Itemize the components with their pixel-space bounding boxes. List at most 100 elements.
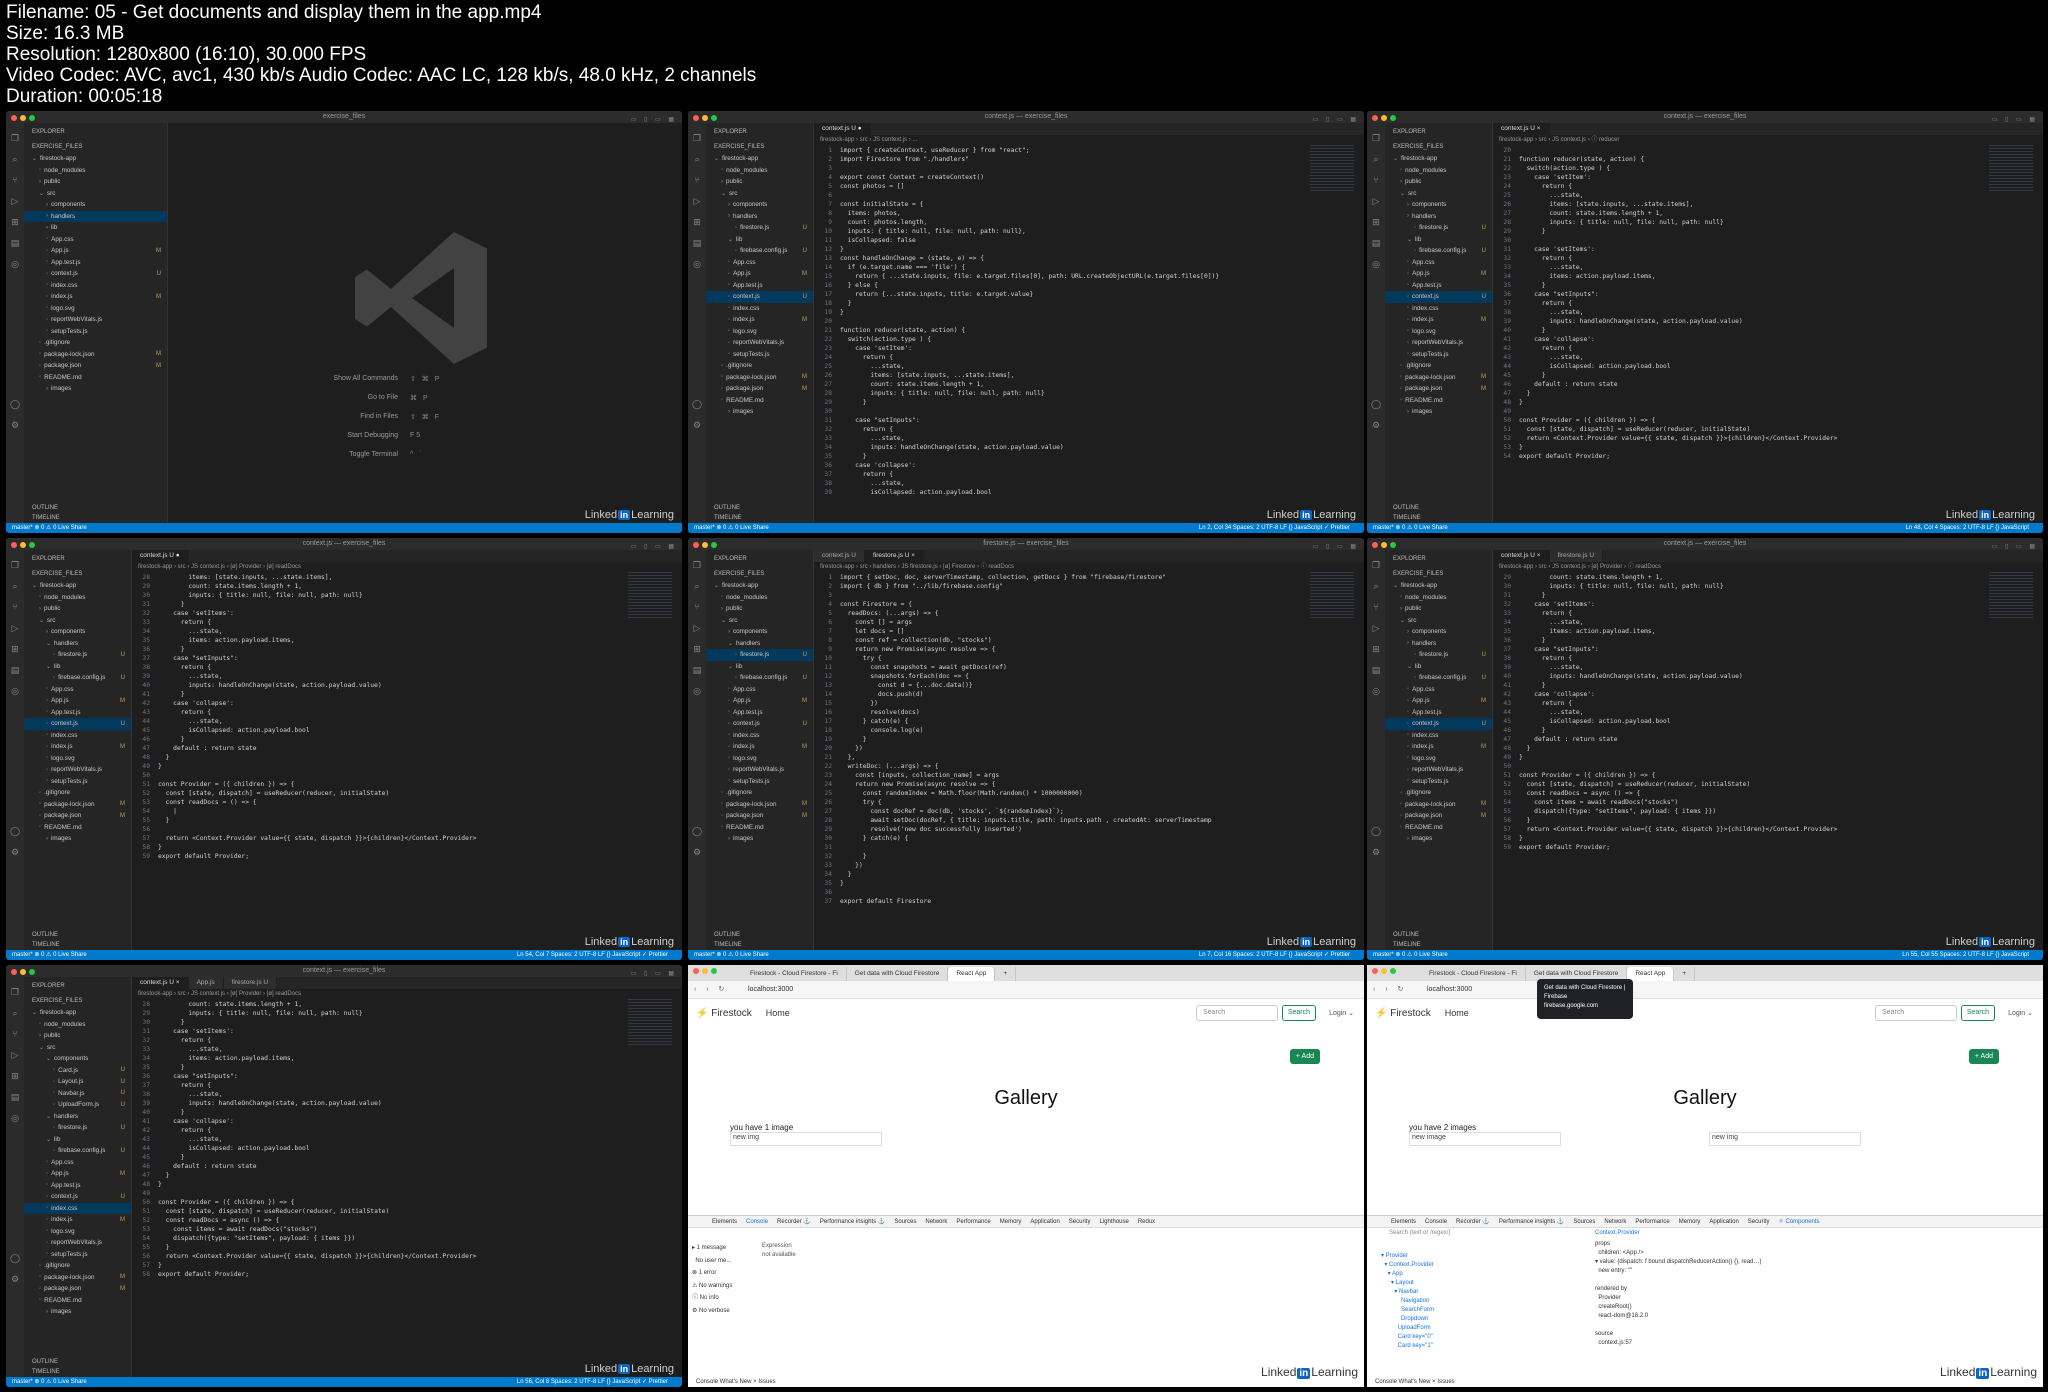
- search-icon[interactable]: ⌕: [688, 155, 706, 165]
- file-tree-item[interactable]: ◦ firestore.js U: [1385, 649, 1492, 661]
- file-tree-item[interactable]: › public: [24, 603, 131, 615]
- file-tree-item[interactable]: › images: [24, 383, 167, 395]
- file-tree-item[interactable]: ◦ App.js M: [706, 695, 813, 707]
- docker-icon[interactable]: ▤: [688, 666, 706, 676]
- devtools-tab[interactable]: Lighthouse: [1099, 1219, 1128, 1225]
- file-tree-item[interactable]: › images: [24, 1306, 131, 1318]
- source-control-icon[interactable]: ⑂: [688, 176, 706, 186]
- timeline-section[interactable]: TIMELINE: [24, 1369, 131, 1375]
- devtools-tab[interactable]: Memory: [1679, 1219, 1701, 1225]
- search-button[interactable]: Search: [1281, 1005, 1316, 1021]
- breadcrumb[interactable]: firestock-app › src › JS context.js › [ø…: [1493, 562, 2043, 573]
- devtools-tab[interactable]: Performance: [1635, 1219, 1669, 1225]
- code-editor[interactable]: 28 items: [state.inputs, ...state.items]…: [132, 573, 682, 861]
- search-input[interactable]: Search: [1196, 1005, 1278, 1021]
- remote-icon[interactable]: ◎: [1367, 260, 1385, 270]
- remote-icon[interactable]: ◎: [1367, 687, 1385, 697]
- file-tree-item[interactable]: ◦ App.js M: [1385, 268, 1492, 280]
- source-control-icon[interactable]: ⑂: [1367, 603, 1385, 613]
- timeline-section[interactable]: TIMELINE: [1385, 942, 1492, 948]
- login-dropdown[interactable]: Login ⌄: [1329, 1009, 1354, 1017]
- timeline-section[interactable]: TIMELINE: [24, 515, 167, 521]
- status-right[interactable]: Ln 7, Col 16 Spaces: 2 UTF-8 LF {} JavaS…: [1199, 950, 1350, 960]
- project-folder[interactable]: EXERCISE_FILES: [1385, 138, 1492, 153]
- file-tree-item[interactable]: ⌄ firestock-app: [1385, 580, 1492, 592]
- console-filter-item[interactable]: ⚙ No verbose: [692, 1305, 732, 1318]
- browser-tab[interactable]: React App: [948, 967, 996, 981]
- file-tree-item[interactable]: ◦ README.md: [24, 822, 131, 834]
- devtools-tab[interactable]: Elements: [712, 1219, 737, 1225]
- file-tree-item[interactable]: ◦ .gitignore: [1385, 787, 1492, 799]
- close-dot[interactable]: [11, 542, 17, 548]
- source-control-icon[interactable]: ⑂: [6, 1030, 24, 1040]
- breadcrumb[interactable]: firestock-app › src › JS context.js › ..…: [814, 135, 1364, 146]
- extensions-icon[interactable]: ⊞: [6, 1072, 24, 1082]
- file-tree-item[interactable]: ◦ index.css: [1385, 730, 1492, 742]
- file-tree-item[interactable]: › components: [1385, 626, 1492, 638]
- browser-tab[interactable]: Firestock - Cloud Firestore - Fi: [742, 967, 847, 981]
- search-button[interactable]: Search: [1960, 1005, 1995, 1021]
- file-tree-item[interactable]: ◦ firestore.js U: [1385, 222, 1492, 234]
- minimap[interactable]: [1310, 145, 1354, 193]
- devtools-tab[interactable]: Performance insights ⚓: [820, 1218, 886, 1225]
- file-tree-item[interactable]: ◦ index.css: [706, 730, 813, 742]
- console-filter-item[interactable]: ⚠ No warnings: [692, 1280, 732, 1293]
- run-debug-icon[interactable]: ▷: [688, 197, 706, 207]
- remote-icon[interactable]: ◎: [6, 687, 24, 697]
- file-tree-item[interactable]: ⌄ src: [1385, 188, 1492, 200]
- status-right[interactable]: Ln 54, Col 7 Spaces: 2 UTF-8 LF {} JavaS…: [517, 950, 668, 960]
- extensions-icon[interactable]: ⊞: [6, 645, 24, 655]
- file-tree-item[interactable]: ◦ .gitignore: [1385, 360, 1492, 372]
- file-tree-item[interactable]: ◦ App.css: [1385, 257, 1492, 269]
- file-tree-item[interactable]: › public: [24, 1030, 131, 1042]
- status-right[interactable]: Ln 2, Col 34 Spaces: 2 UTF-8 LF {} JavaS…: [1199, 523, 1350, 533]
- file-tree-item[interactable]: ◦ README.md: [706, 822, 813, 834]
- file-tree-item[interactable]: ◦ index.js M: [706, 741, 813, 753]
- file-tree-item[interactable]: ◦ Card.js U: [24, 1065, 131, 1077]
- maximize-dot[interactable]: [29, 115, 35, 121]
- file-tree-item[interactable]: › components: [706, 626, 813, 638]
- project-folder[interactable]: EXERCISE_FILES: [706, 565, 813, 580]
- search-input[interactable]: Search: [1875, 1005, 1957, 1021]
- file-tree-item[interactable]: ◦ logo.svg: [706, 753, 813, 765]
- code-editor[interactable]: 28 count: state.items.length + 1, 29 inpu…: [132, 1000, 682, 1279]
- file-tree-item[interactable]: ◦ context.js U: [706, 291, 813, 303]
- code-editor[interactable]: 20 21 function reducer(state, action) {22 …: [1493, 146, 2043, 461]
- extensions-icon[interactable]: ⊞: [1367, 645, 1385, 655]
- minimize-dot[interactable]: [20, 115, 26, 121]
- add-button[interactable]: + Add: [1968, 1049, 1999, 1064]
- file-tree-item[interactable]: ⌄ handlers: [24, 638, 131, 650]
- file-tree-item[interactable]: ◦ .gitignore: [24, 337, 167, 349]
- close-dot[interactable]: [693, 968, 699, 974]
- file-tree-item[interactable]: ◦ package-lock.json M: [24, 1272, 131, 1284]
- settings-gear-icon[interactable]: ⚙: [1367, 421, 1385, 431]
- timeline-section[interactable]: TIMELINE: [706, 942, 813, 948]
- devtools-tab[interactable]: Security: [1748, 1219, 1770, 1225]
- timeline-section[interactable]: TIMELINE: [706, 515, 813, 521]
- file-tree-item[interactable]: ◦ .gitignore: [706, 787, 813, 799]
- address-bar[interactable]: ‹ › ↻ localhost:3000: [688, 981, 1364, 999]
- status-left[interactable]: master* ⊗ 0 ⚠ 0 Live Share: [694, 952, 769, 958]
- browser-tab[interactable]: Firestock - Cloud Firestore - Fi: [1421, 967, 1526, 981]
- file-tree-item[interactable]: ⌄ src: [706, 615, 813, 627]
- remote-icon[interactable]: ◎: [688, 687, 706, 697]
- outline-section[interactable]: OUTLINE: [24, 1359, 131, 1365]
- file-tree-item[interactable]: › components: [24, 626, 131, 638]
- file-tree-item[interactable]: ◦ setupTests.js: [24, 1249, 131, 1261]
- file-tree-item[interactable]: ◦ setupTests.js: [706, 349, 813, 361]
- file-tree-item[interactable]: › lib: [24, 222, 167, 234]
- file-tree-item[interactable]: ⌄ lib: [1385, 661, 1492, 673]
- image-card[interactable]: new image: [1409, 1132, 1561, 1146]
- file-tree-item[interactable]: ◦ firebase.config.js U: [706, 245, 813, 257]
- settings-gear-icon[interactable]: ⚙: [6, 848, 24, 858]
- editor-tab[interactable]: App.js: [188, 977, 224, 989]
- editor-tab[interactable]: firestore.js U: [223, 977, 278, 989]
- file-tree-item[interactable]: ◦ App.test.js: [24, 1180, 131, 1192]
- run-debug-icon[interactable]: ▷: [6, 624, 24, 634]
- file-tree-item[interactable]: ◦ setupTests.js: [1385, 349, 1492, 361]
- file-tree-item[interactable]: ◦ firebase.config.js U: [24, 1145, 131, 1157]
- devtools-tab[interactable]: Memory: [1000, 1219, 1022, 1225]
- outline-section[interactable]: OUTLINE: [706, 505, 813, 511]
- file-tree-item[interactable]: ◦ context.js U: [706, 718, 813, 730]
- docker-icon[interactable]: ▤: [688, 239, 706, 249]
